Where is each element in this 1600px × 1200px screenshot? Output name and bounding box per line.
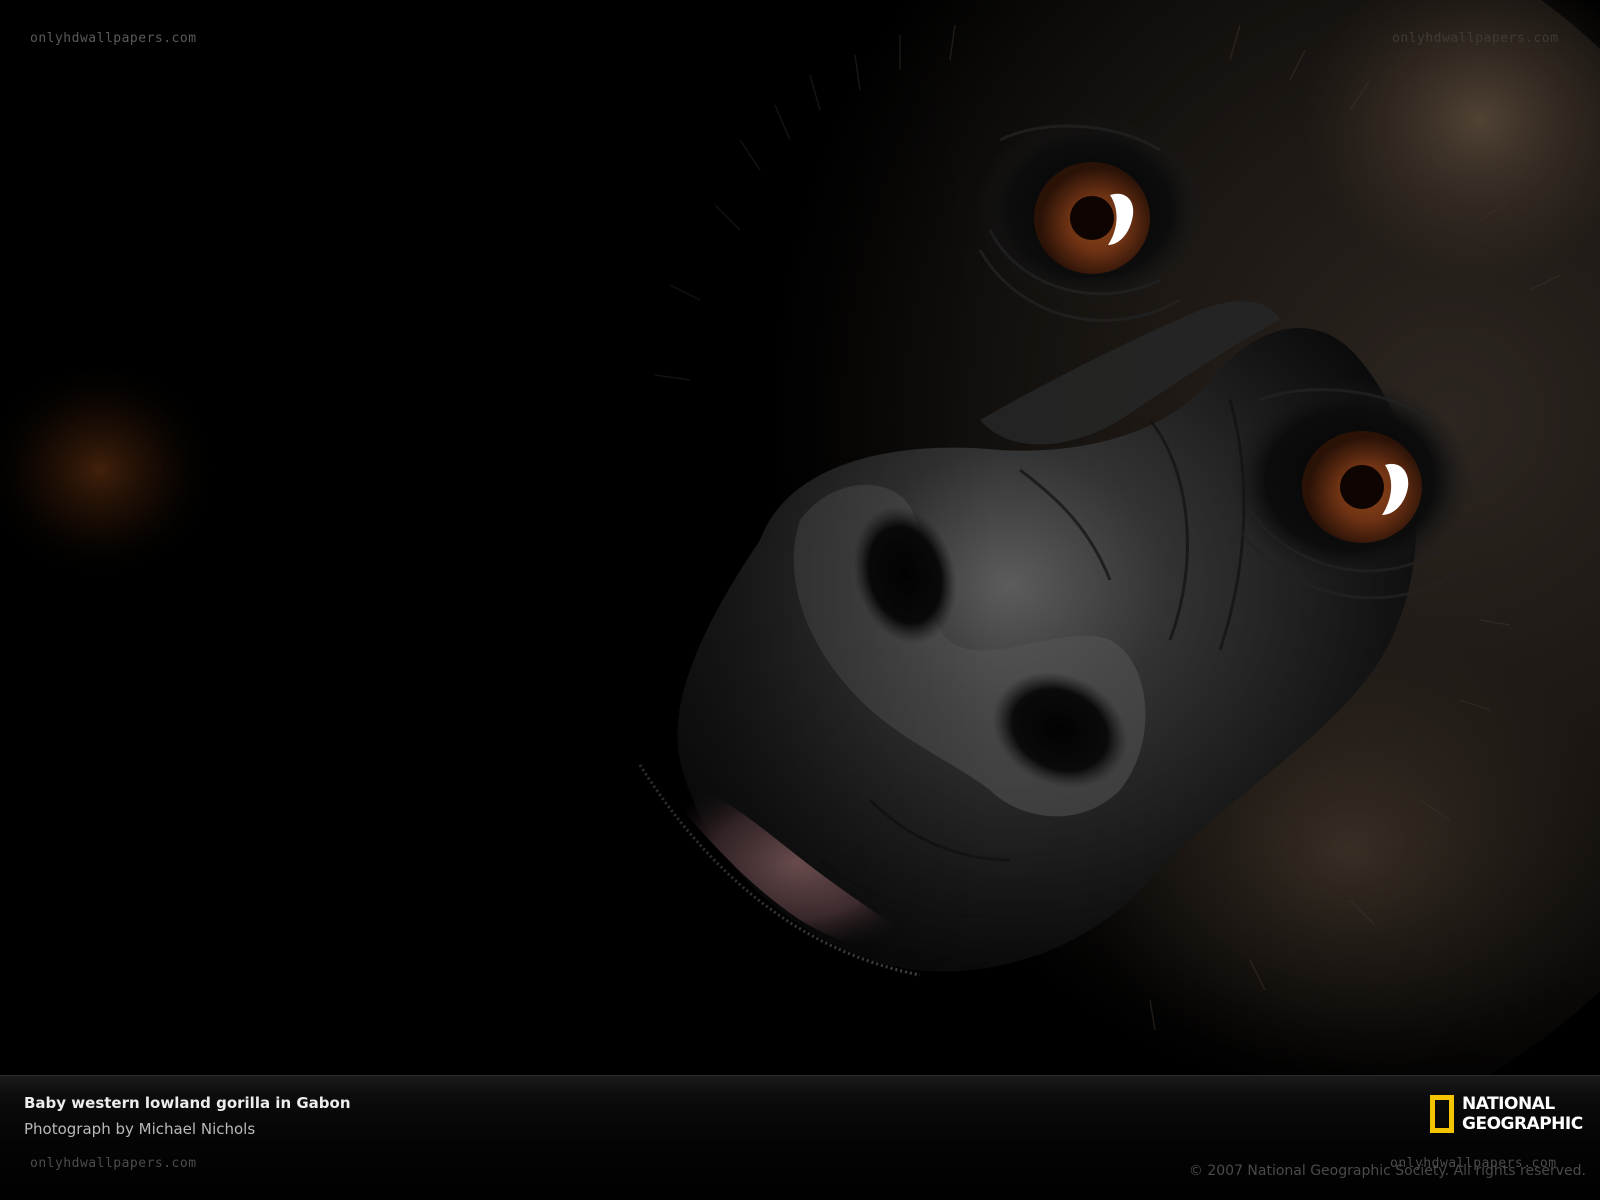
photo-credit: Photograph by Michael Nichols bbox=[24, 1120, 256, 1138]
logo-line-national: NATIONAL bbox=[1462, 1094, 1555, 1114]
watermark-bottom-left: onlyhdwallpapers.com bbox=[30, 1156, 197, 1171]
photo-caption-title: Baby western lowland gorilla in Gabon bbox=[24, 1094, 351, 1112]
yellow-frame-icon bbox=[1430, 1095, 1454, 1133]
national-geographic-logo: NATIONAL GEOGRAPHIC bbox=[1430, 1094, 1590, 1140]
logo-line-geographic: GEOGRAPHIC bbox=[1462, 1114, 1583, 1134]
wallpaper: onlyhdwallpapers.com onlyhdwallpapers.co… bbox=[0, 0, 1600, 1200]
gorilla-photograph bbox=[0, 0, 1600, 1075]
copyright-notice: © 2007 National Geographic Society. All … bbox=[1188, 1163, 1586, 1179]
watermark-top-left: onlyhdwallpapers.com bbox=[30, 31, 197, 46]
watermark-top-right: onlyhdwallpapers.com bbox=[1392, 31, 1559, 46]
